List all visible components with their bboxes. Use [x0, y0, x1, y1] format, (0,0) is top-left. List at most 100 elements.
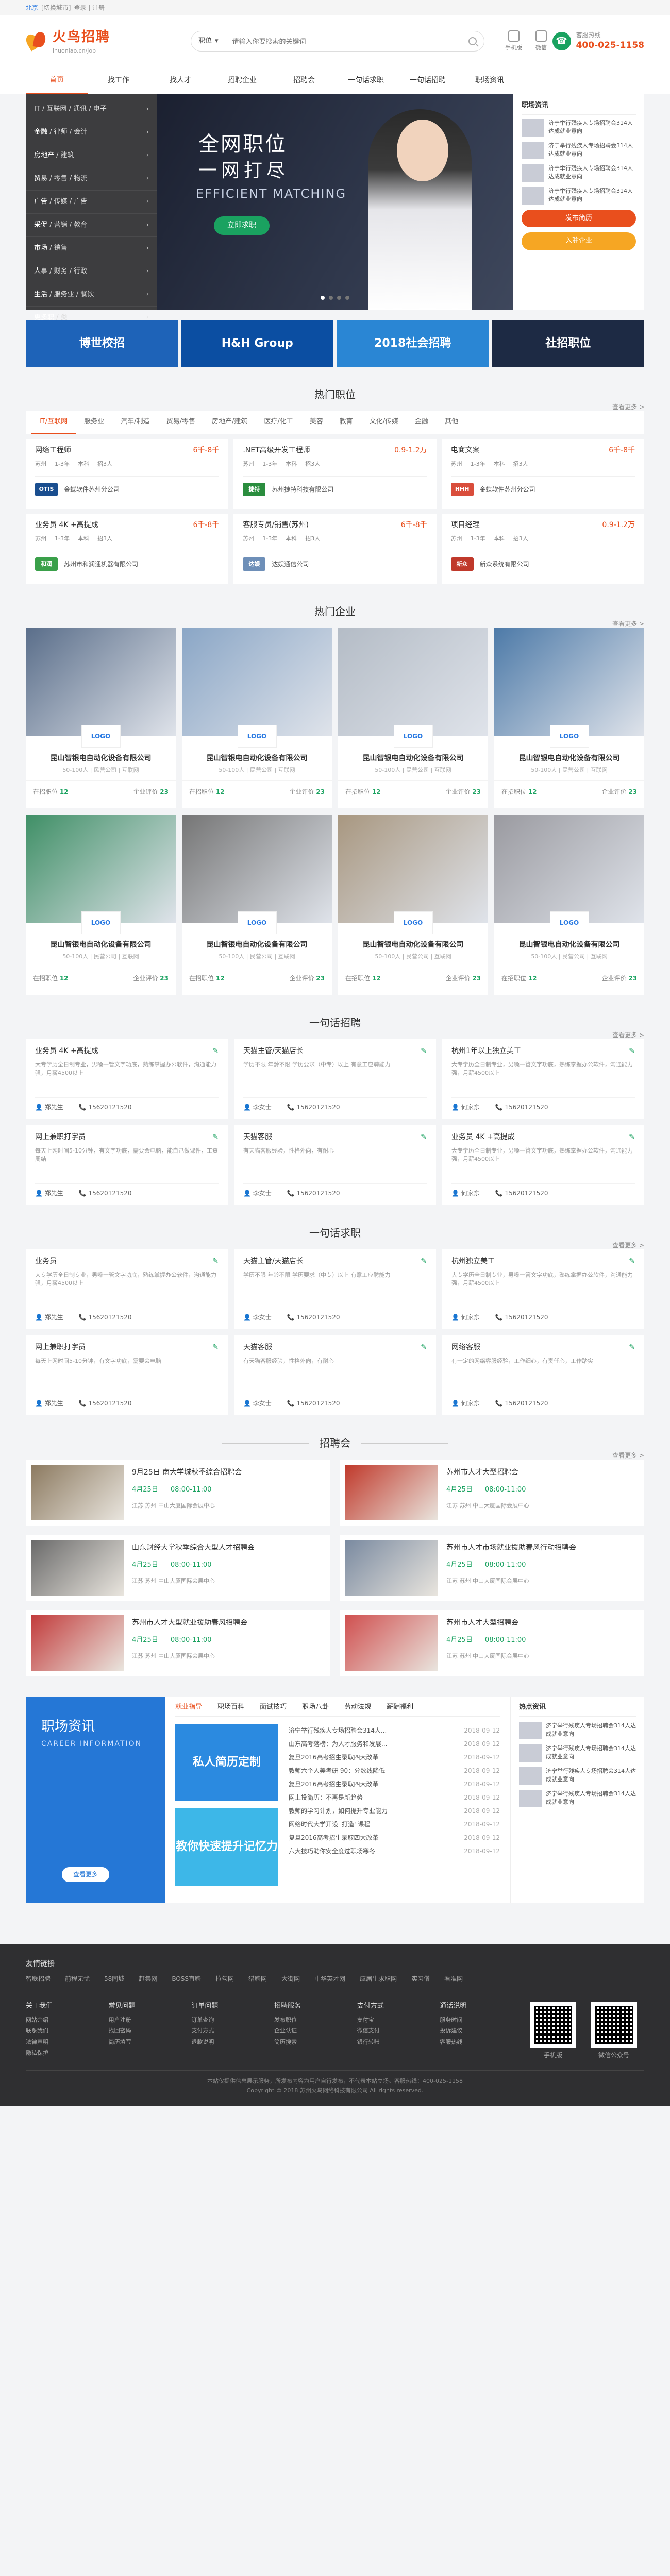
tab-category[interactable]: 其他: [437, 411, 466, 434]
edit-icon[interactable]: ✎: [421, 1132, 427, 1143]
job-company[interactable]: 新众 新众系统有限公司: [450, 551, 635, 571]
friend-link[interactable]: 猎聘网: [248, 1975, 267, 1984]
news-row[interactable]: 网络时代大学开设 '打造' 课程 2018-09-12: [289, 1818, 500, 1831]
hero-banner[interactable]: 全网职位 一网打尽 EFFICIENT MATCHING 立即求职: [157, 94, 513, 310]
edit-icon[interactable]: ✎: [212, 1132, 219, 1143]
quick-card[interactable]: 天猫主管/天猫店长 ✎ 学历不限 年龄不限 学历要求（中专）以上 有意工应聘能力 👤 …: [234, 1039, 436, 1120]
footer-link[interactable]: 简历搜索: [274, 2038, 357, 2046]
job-title[interactable]: 电商文案: [451, 446, 480, 456]
edit-icon[interactable]: ✎: [421, 1046, 427, 1057]
more-link[interactable]: 查看更多 >: [612, 1241, 644, 1250]
company-card[interactable]: LOGO 昆山智银电自动化设备有限公司 50-100人 | 民营公司 | 互联网 在招…: [182, 628, 332, 809]
company-card[interactable]: LOGO 昆山智银电自动化设备有限公司 50-100人 | 民营公司 | 互联网 在招…: [494, 815, 644, 995]
news-row[interactable]: 教师六个人美考研 90：分数线降低 2018-09-12: [289, 1764, 500, 1777]
tab-category[interactable]: 医疗/化工: [256, 411, 301, 434]
nav-item[interactable]: 招聘会: [273, 76, 335, 86]
carousel-dots[interactable]: [321, 296, 349, 300]
footer-link[interactable]: 法律声明: [26, 2038, 109, 2046]
ad-banner[interactable]: 社招职位: [492, 320, 644, 367]
friend-link[interactable]: 前程无忧: [65, 1975, 90, 1984]
category-item[interactable]: 生活 / 服务业 / 餐饮 ›: [26, 283, 157, 307]
job-title[interactable]: 客服专员/销售(苏州): [243, 520, 309, 531]
footer-link[interactable]: 银行转账: [357, 2038, 440, 2046]
footer-link[interactable]: 发布职位: [274, 2016, 357, 2024]
footer-link[interactable]: 用户注册: [109, 2016, 192, 2024]
job-company[interactable]: OTIS 金蝶软件苏州分公司: [35, 476, 220, 497]
nav-item[interactable]: 找工作: [88, 76, 149, 86]
footer-link[interactable]: 微信支付: [357, 2027, 440, 2035]
company-card[interactable]: LOGO 昆山智银电自动化设备有限公司 50-100人 | 民营公司 | 互联网 在招…: [338, 628, 488, 809]
fair-card[interactable]: 苏州市人才大型招聘会 4月25日 08:00-11:00 江苏 苏州 中山大厦国际会展…: [340, 1610, 644, 1676]
job-card[interactable]: 客服专员/销售(苏州) 6千-8千 苏州 1-3年 本科 招3人 达娱 达娱通信公司: [233, 514, 437, 584]
fair-card[interactable]: 苏州市人才市场就业援助春风行动招聘会 4月25日 08:00-11:00 江苏 苏州 …: [340, 1535, 644, 1601]
footer-link[interactable]: 支付宝: [357, 2016, 440, 2024]
ad-banner[interactable]: H&H Group: [181, 320, 333, 367]
edit-icon[interactable]: ✎: [421, 1343, 427, 1353]
friend-link[interactable]: 大街网: [281, 1975, 300, 1984]
job-company[interactable]: 和润 苏州市和润通机器有限公司: [35, 551, 220, 571]
friend-link[interactable]: 智联招聘: [26, 1975, 51, 1984]
login-register-link[interactable]: 登录 | 注册: [74, 4, 105, 12]
tab-category[interactable]: 文化/传媒: [361, 411, 407, 434]
friend-link[interactable]: 58同城: [104, 1975, 124, 1984]
news-item[interactable]: 济宁举行残疾人专场招聘会314人达成就业意向: [522, 164, 636, 182]
career-tab[interactable]: 薪酬福利: [387, 1703, 413, 1712]
career-tab[interactable]: 职场百科: [217, 1703, 244, 1712]
friend-link[interactable]: 应届生求职网: [360, 1975, 397, 1984]
quick-card[interactable]: 业务员 4K +高提成 ✎ 大专学历全日制专业，男嗓一管文字功底，熟练掌握办公软件，…: [26, 1039, 228, 1120]
job-company[interactable]: 达娱 达娱通信公司: [243, 551, 427, 571]
fair-card[interactable]: 苏州市人才大型就业援助春风招聘会 4月25日 08:00-11:00 江苏 苏州 中山…: [26, 1610, 330, 1676]
switch-city-link[interactable]: [切换城市]: [41, 4, 71, 12]
more-link[interactable]: 查看更多 >: [612, 620, 644, 629]
quick-card[interactable]: 网上兼职打字员 ✎ 每天上网时间5-10分钟，有文字功底，需要会电脑 👤 郑先生 📞 1…: [26, 1335, 228, 1416]
tab-category[interactable]: 金融: [407, 411, 437, 434]
job-title[interactable]: 业务员 4K +高提成: [35, 520, 98, 531]
quick-card[interactable]: 网上兼职打字员 ✎ 每天上网时间5-10分钟，有文字功底，需要会电脑，能自己做课件，…: [26, 1125, 228, 1206]
footer-link[interactable]: 联系我们: [26, 2027, 109, 2035]
hot-news-item[interactable]: 济宁举行残疾人专场招聘会314人达成就业意向: [519, 1767, 636, 1785]
hot-news-item[interactable]: 济宁举行残疾人专场招聘会314人达成就业意向: [519, 1722, 636, 1740]
company-card[interactable]: LOGO 昆山智银电自动化设备有限公司 50-100人 | 民营公司 | 互联网 在招…: [26, 628, 176, 809]
post-resume-button[interactable]: 发布简历: [522, 210, 636, 228]
edit-icon[interactable]: ✎: [629, 1132, 635, 1143]
company-join-button[interactable]: 入驻企业: [522, 232, 636, 250]
city-link[interactable]: 北京: [26, 4, 38, 12]
friend-link[interactable]: 看准网: [444, 1975, 463, 1984]
news-row[interactable]: 六大技巧助你安全度过职场寒冬 2018-09-12: [289, 1844, 500, 1858]
nav-item[interactable]: 一句话求职: [335, 76, 397, 86]
job-company[interactable]: HHH 金蝶软件苏州分公司: [450, 476, 635, 497]
footer-link[interactable]: 客服热线: [440, 2038, 523, 2046]
news-row[interactable]: 山东高考落榜：为人才服务和发展... 2018-09-12: [289, 1737, 500, 1751]
nav-item[interactable]: 职场资讯: [459, 76, 521, 86]
hot-news-item[interactable]: 济宁举行残疾人专场招聘会314人达成就业意向: [519, 1790, 636, 1808]
footer-link[interactable]: 简历填写: [109, 2038, 192, 2046]
career-tab[interactable]: 就业指导: [175, 1703, 202, 1712]
quick-card[interactable]: 杭州独立美工 ✎ 大专学历全日制专业，男嗓一管文字功底，熟练掌握办公软件，沟通能力强…: [442, 1249, 644, 1330]
category-item[interactable]: 采促 / 营销 / 教育 ›: [26, 214, 157, 237]
job-company[interactable]: 捷特 苏州捷特科技有限公司: [243, 476, 427, 497]
news-row[interactable]: 复旦2016高考招生录取四大改革 2018-09-12: [289, 1751, 500, 1764]
tab-category[interactable]: 美容: [301, 411, 331, 434]
promo-banner[interactable]: 教你快速提升记忆力: [175, 1808, 278, 1886]
footer-link[interactable]: 服务时间: [440, 2016, 523, 2024]
job-card[interactable]: 项目经理 0.9-1.2万 苏州 1-3年 本科 招3人 新众 新众系统有限公司: [441, 514, 644, 584]
edit-icon[interactable]: ✎: [212, 1343, 219, 1353]
quick-card[interactable]: 天猫主管/天猫店长 ✎ 学历不限 年龄不限 学历要求（中专）以上 有意工应聘能力 👤 …: [234, 1249, 436, 1330]
mobile-link[interactable]: 手机版: [505, 30, 522, 52]
career-tab[interactable]: 面试技巧: [260, 1703, 287, 1712]
footer-link[interactable]: 支付方式: [191, 2027, 274, 2035]
category-item[interactable]: IT / 互联网 / 通讯 / 电子 ›: [26, 98, 157, 121]
search-icon[interactable]: [468, 37, 477, 45]
news-item[interactable]: 济宁举行残疾人专场招聘会314人达成就业意向: [522, 142, 636, 160]
career-tab[interactable]: 劳动法规: [344, 1703, 371, 1712]
tab-category[interactable]: IT/互联网: [31, 411, 76, 434]
footer-link[interactable]: 网站介绍: [26, 2016, 109, 2024]
job-title[interactable]: .NET高级开发工程师: [243, 446, 310, 456]
fair-card[interactable]: 山东财经大学秋季综合大型人才招聘会 4月25日 08:00-11:00 江苏 苏州 中…: [26, 1535, 330, 1601]
friend-link[interactable]: 实习僧: [411, 1975, 430, 1984]
news-row[interactable]: 济宁举行残疾人专场招聘会314人... 2018-09-12: [289, 1724, 500, 1737]
news-row[interactable]: 网上投简历：不再是新趋势 2018-09-12: [289, 1791, 500, 1804]
job-title[interactable]: 项目经理: [451, 520, 480, 531]
news-item[interactable]: 济宁举行残疾人专场招聘会314人达成就业意向: [522, 187, 636, 205]
ad-banner[interactable]: 博世校招: [26, 320, 178, 367]
